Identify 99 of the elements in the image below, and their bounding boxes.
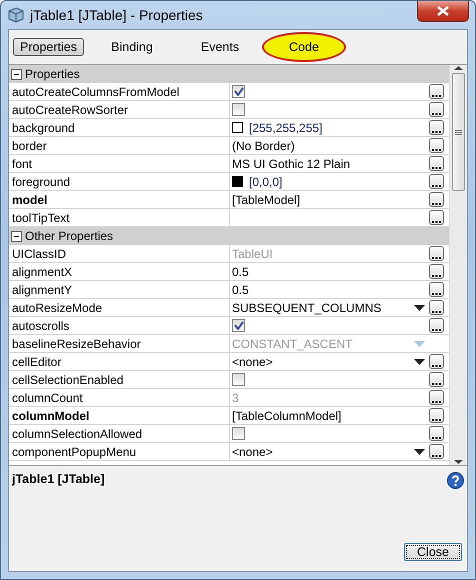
ellipsis-icon bbox=[432, 364, 441, 368]
property-name: autoCreateRowSorter bbox=[9, 101, 230, 118]
ellipsis-icon bbox=[432, 328, 441, 332]
property-value: [TableModel] bbox=[232, 192, 300, 206]
ellipsis-icon bbox=[432, 454, 441, 458]
ellipsis-button[interactable] bbox=[429, 264, 444, 279]
property-value: [0,0,0] bbox=[249, 174, 282, 188]
ellipsis-button[interactable] bbox=[429, 372, 444, 387]
property-value: [TableColumnModel] bbox=[232, 408, 342, 422]
property-value: (No Border) bbox=[232, 138, 295, 152]
tab[interactable]: Events bbox=[180, 38, 260, 56]
property-name: autoResizeMode bbox=[9, 299, 230, 316]
property-value: 0.5 bbox=[232, 264, 249, 278]
close-button[interactable] bbox=[417, 1, 469, 22]
ellipsis-icon bbox=[432, 112, 441, 116]
scroll-up-icon[interactable] bbox=[454, 65, 463, 71]
property-value: <none> bbox=[232, 444, 273, 458]
ellipsis-icon bbox=[432, 256, 441, 260]
property-name: model bbox=[9, 191, 230, 208]
window-title: jTable1 [JTable] - Properties bbox=[30, 7, 203, 23]
ellipsis-icon bbox=[432, 148, 441, 152]
ellipsis-icon bbox=[432, 166, 441, 170]
ellipsis-button[interactable] bbox=[429, 246, 444, 261]
property-name: columnSelectionAllowed bbox=[9, 425, 230, 442]
tab[interactable]: Binding bbox=[92, 38, 172, 56]
ellipsis-icon bbox=[432, 310, 441, 314]
property-name: font bbox=[9, 155, 230, 172]
ellipsis-icon bbox=[432, 94, 441, 98]
dropdown-arrow-icon[interactable] bbox=[414, 359, 425, 365]
property-name: autoscrolls bbox=[9, 317, 230, 334]
close-icon bbox=[437, 6, 449, 16]
ellipsis-button[interactable] bbox=[429, 408, 444, 423]
ellipsis-button[interactable] bbox=[429, 426, 444, 441]
cube-icon bbox=[8, 7, 24, 23]
ellipsis-button[interactable] bbox=[429, 300, 444, 315]
property-name: columnModel bbox=[9, 407, 230, 424]
property-name: cellSelectionEnabled bbox=[9, 371, 230, 388]
property-value: <none> bbox=[232, 354, 273, 368]
collapse-icon[interactable] bbox=[11, 68, 22, 80]
property-value: TableUI bbox=[232, 246, 273, 260]
property-name: toolTipText bbox=[9, 209, 230, 226]
checkbox[interactable] bbox=[232, 319, 245, 332]
ellipsis-button[interactable] bbox=[429, 210, 444, 225]
ellipsis-icon bbox=[432, 436, 441, 440]
property-name: baselineResizeBehavior bbox=[9, 335, 230, 352]
ellipsis-icon bbox=[432, 400, 441, 404]
scrollbar[interactable] bbox=[449, 65, 467, 465]
ellipsis-button[interactable] bbox=[429, 282, 444, 297]
property-value: 0.5 bbox=[232, 282, 249, 296]
ellipsis-icon bbox=[432, 220, 441, 224]
ellipsis-icon bbox=[432, 202, 441, 206]
ellipsis-icon bbox=[432, 130, 441, 134]
close-button[interactable]: Close bbox=[404, 543, 462, 561]
checkbox[interactable] bbox=[232, 427, 245, 440]
ellipsis-button[interactable] bbox=[429, 444, 444, 459]
ellipsis-button[interactable] bbox=[429, 84, 444, 99]
ellipsis-icon bbox=[432, 184, 441, 188]
property-name: autoCreateColumnsFromModel bbox=[9, 83, 230, 100]
property-value: MS UI Gothic 12 Plain bbox=[232, 156, 350, 170]
help-icon[interactable] bbox=[447, 472, 464, 489]
dropdown-arrow-icon[interactable] bbox=[414, 449, 425, 455]
collapse-icon[interactable] bbox=[11, 230, 22, 242]
ellipsis-button[interactable] bbox=[429, 102, 444, 117]
description-title: jTable1 [JTable] bbox=[12, 472, 105, 486]
property-name: UIClassID bbox=[9, 245, 230, 262]
ellipsis-icon bbox=[432, 382, 441, 386]
section-header[interactable]: Other Properties bbox=[9, 227, 449, 245]
dropdown-arrow-icon[interactable] bbox=[414, 305, 425, 311]
ellipsis-button[interactable] bbox=[429, 192, 444, 207]
ellipsis-button[interactable] bbox=[429, 174, 444, 189]
ellipsis-button[interactable] bbox=[429, 120, 444, 135]
property-name: foreground bbox=[9, 173, 230, 190]
ellipsis-icon bbox=[432, 292, 441, 296]
property-value: [255,255,255] bbox=[249, 120, 322, 134]
property-value: 3 bbox=[232, 390, 239, 404]
property-name: background bbox=[9, 119, 230, 136]
ellipsis-button[interactable] bbox=[429, 156, 444, 171]
property-value: SUBSEQUENT_COLUMNS bbox=[232, 300, 382, 314]
section-header[interactable]: Properties bbox=[9, 65, 449, 83]
checkbox[interactable] bbox=[232, 103, 245, 116]
grip-icon bbox=[455, 130, 462, 134]
checkbox[interactable] bbox=[232, 373, 245, 386]
ellipsis-button[interactable] bbox=[429, 138, 444, 153]
ellipsis-button[interactable] bbox=[429, 390, 444, 405]
ellipsis-button[interactable] bbox=[429, 318, 444, 333]
scroll-down-icon[interactable] bbox=[454, 459, 463, 465]
ellipsis-icon bbox=[432, 274, 441, 278]
property-name: alignmentX bbox=[9, 263, 230, 280]
ellipsis-icon bbox=[432, 418, 441, 422]
property-name: componentPopupMenu bbox=[9, 443, 230, 460]
property-name: columnCount bbox=[9, 389, 230, 406]
property-name: alignmentY bbox=[9, 281, 230, 298]
tab[interactable]: Code bbox=[262, 32, 346, 62]
tab[interactable]: Properties bbox=[13, 38, 84, 56]
ellipsis-button[interactable] bbox=[429, 354, 444, 369]
checkbox[interactable] bbox=[232, 85, 245, 98]
property-name: border bbox=[9, 137, 230, 154]
property-value: CONSTANT_ASCENT bbox=[232, 336, 352, 350]
property-name: cellEditor bbox=[9, 353, 230, 370]
